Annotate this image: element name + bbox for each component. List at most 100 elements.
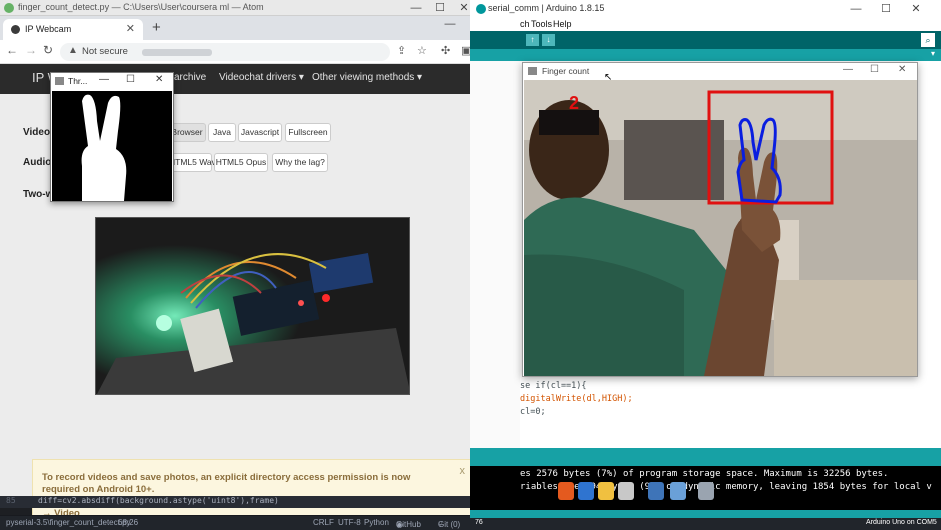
serial-monitor-icon[interactable]: ⌕ [921,33,935,47]
tab-ip-webcam[interactable]: IP Webcam ✕ [3,19,143,40]
finger-count-title: Finger count [542,66,590,76]
console-line-1: es 2576 bytes (7%) of program storage sp… [520,469,889,479]
status-grammar[interactable]: Python [364,518,389,527]
opencv-window-icon [55,77,64,85]
extensions-puzzle-icon[interactable]: ✣ [441,44,450,57]
video-java-button[interactable]: Java [208,123,236,142]
not-secure-label: Not secure [82,46,128,57]
arduino-board-status: Arduino Uno on COM5 [866,519,937,526]
directory-permission-notice: x To record videos and save photos, an e… [32,459,474,519]
why-the-lag-button[interactable]: Why the lag? [272,153,328,172]
share-icon[interactable]: ⇪ [397,44,406,57]
threshold-window: Thr... — ☐ ✕ [50,72,174,202]
minimize-icon[interactable]: — [438,16,462,32]
address-bar[interactable]: ▲ Not secure [60,43,390,61]
notice-line-1: To record videos and save photos, an exp… [42,472,411,495]
open-icon[interactable]: ↑ [526,34,539,46]
reload-icon[interactable]: ↻ [43,43,53,57]
nav-archive[interactable]: archive [174,72,206,83]
word-icon[interactable] [578,482,594,500]
opencv-window-icon [528,67,537,75]
status-encoding[interactable]: UTF-8 [338,518,361,527]
url-blurred [142,49,212,56]
back-arrow-icon[interactable]: ← [6,43,18,57]
atom-icon [4,3,14,13]
taskbar-icons [520,482,720,504]
menu-help[interactable]: Help [553,19,572,29]
code-text: diff=cv2.absdiff(background.astype('uint… [38,496,279,505]
audio-html5-wav-button[interactable]: HTML5 Wav [168,153,216,172]
nav-other-viewing-methods[interactable]: Other viewing methods ▾ [312,72,422,83]
menu-sketch[interactable]: ch [520,19,530,29]
arduino-icon [476,4,486,14]
threshold-mask-image [52,91,172,201]
arduino-toolbar: ↑ ↓ ⌕ [470,31,941,49]
ip-webcam-favicon-icon [11,25,20,34]
roi-box [707,90,834,205]
hand-silhouette [52,91,172,201]
minimize-icon[interactable]: — [841,1,871,17]
arduino-titlebar: serial_comm | Arduino 1.8.15 — ☐ ✕ [470,0,941,18]
arduino-line-number: 76 [475,519,483,526]
new-tab-button[interactable]: + [152,19,161,36]
close-icon[interactable]: ✕ [901,1,931,17]
video-javascript-button[interactable]: Javascript [238,123,282,142]
audio-player-label: Audio [23,157,52,168]
menu-tools[interactable]: Tools [531,19,552,29]
detection-overlay [707,90,834,205]
browser-toolbar: ← → ↻ ▲ Not secure ⇪ ☆ ✣ ▣ ⋮ [0,40,516,64]
code-line-else-if: se if(cl==1){ [520,381,587,391]
finger-count-camera-feed: 2 [524,80,917,376]
close-icon[interactable]: ✕ [155,74,163,85]
document-icon[interactable] [618,482,634,500]
nav-videochat-drivers[interactable]: Videochat drivers ▾ [219,72,304,83]
maximize-icon[interactable]: ☐ [126,74,135,85]
explorer-icon[interactable] [598,482,614,500]
mouse-cursor-icon: ↖ [604,72,613,83]
atom-window-controls: — ☐ ✕ [404,0,476,16]
tab-strip: IP Webcam ✕ + — ☐ [0,16,516,40]
threshold-titlebar[interactable]: Thr... — ☐ ✕ [51,73,173,90]
hand-contour [736,117,782,204]
webcam-breadboard-image [96,218,409,394]
arduino-menubar: ch Tools Help [470,18,941,31]
arduino-window-controls: — ☐ ✕ [841,1,931,17]
status-cursor-position[interactable]: 68:26 [118,518,138,527]
atom-editor-line: 85 diff=cv2.absdiff(background.astype('u… [0,496,516,508]
maximize-icon[interactable]: ☐ [428,0,452,16]
finger-count-titlebar[interactable]: Finger count — ☐ ✕ [523,63,917,80]
video-fullscreen-button[interactable]: Fullscreen [285,123,331,142]
atom-titlebar: finger_count_detect.py — C:\Users\User\c… [0,0,516,16]
code-line-digitalwrite: digitalWrite(dl,HIGH); [520,394,633,404]
tab-menu-icon[interactable]: ▾ [931,49,935,58]
arduino-status-divider [470,448,941,466]
arduino-tab-bar: ▾ [470,49,941,61]
maximize-icon[interactable]: ☐ [870,64,879,75]
minimize-icon[interactable]: — [404,0,428,16]
code-line-reset: cl=0; [520,407,546,417]
audio-html5-opus-button[interactable]: HTML5 Opus [214,153,268,172]
arduino-footer [470,510,941,518]
line-number: 85 [6,496,16,505]
virtualbox-icon[interactable] [670,482,686,500]
arduino-gutter [470,61,520,448]
maximize-icon[interactable]: ☐ [871,1,901,17]
forward-arrow-icon[interactable]: → [25,43,37,57]
ip-webcam-video-stream [95,217,410,395]
warning-triangle-icon: ▲ [68,45,78,56]
minimize-icon[interactable]: — [843,64,853,75]
tab-title: IP Webcam [25,24,72,34]
notice-close-icon[interactable]: x [460,465,466,477]
status-file-path[interactable]: pyserial-3.5\finger_count_detect.py [6,518,131,527]
status-line-ending[interactable]: CRLF [313,518,334,527]
close-icon[interactable]: ✕ [898,64,906,75]
matlab-icon[interactable] [558,482,574,500]
minimize-icon[interactable]: — [99,74,109,85]
recycle-bin-icon[interactable] [698,482,714,500]
python-icon[interactable] [648,482,664,500]
finger-count-window: Finger count — ☐ ✕ 2 [522,62,918,377]
save-icon[interactable]: ↓ [542,34,555,46]
tab-close-icon[interactable]: ✕ [126,22,135,35]
bookmark-star-icon[interactable]: ☆ [417,44,427,57]
arduino-window-title: serial_comm | Arduino 1.8.15 [488,3,605,13]
